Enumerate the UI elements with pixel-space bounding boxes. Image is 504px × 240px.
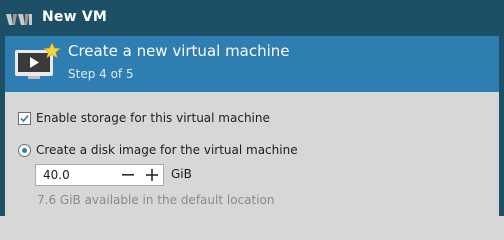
virt-manager-icon [6, 11, 33, 25]
window-titlebar[interactable]: New VM [0, 0, 504, 36]
window-title: New VM [42, 9, 107, 25]
enable-storage-label[interactable]: Enable storage for this virtual machine [36, 111, 270, 125]
frame-edge-right [499, 36, 504, 216]
wizard-title: Create a new virtual machine [68, 42, 290, 60]
plus-icon [146, 169, 158, 181]
disk-size-input[interactable] [36, 165, 114, 185]
disk-size-spinbox [35, 164, 164, 186]
checkmark-icon [20, 114, 29, 123]
wizard-step-indicator: Step 4 of 5 [68, 67, 134, 81]
minus-icon [122, 174, 134, 176]
create-disk-image-radio[interactable] [18, 144, 31, 157]
increment-button[interactable] [140, 165, 164, 185]
create-disk-image-label[interactable]: Create a disk image for the virtual mach… [36, 143, 298, 157]
disk-size-unit: GiB [171, 167, 192, 181]
enable-storage-checkbox[interactable] [18, 112, 31, 125]
wizard-header: Create a new virtual machine Step 4 of 5 [5, 36, 499, 92]
decrement-button[interactable] [116, 165, 140, 185]
available-space-text: 7.6 GiB available in the default locatio… [37, 193, 275, 207]
monitor-play-star-icon [13, 42, 61, 82]
radio-selected-dot [22, 148, 27, 153]
